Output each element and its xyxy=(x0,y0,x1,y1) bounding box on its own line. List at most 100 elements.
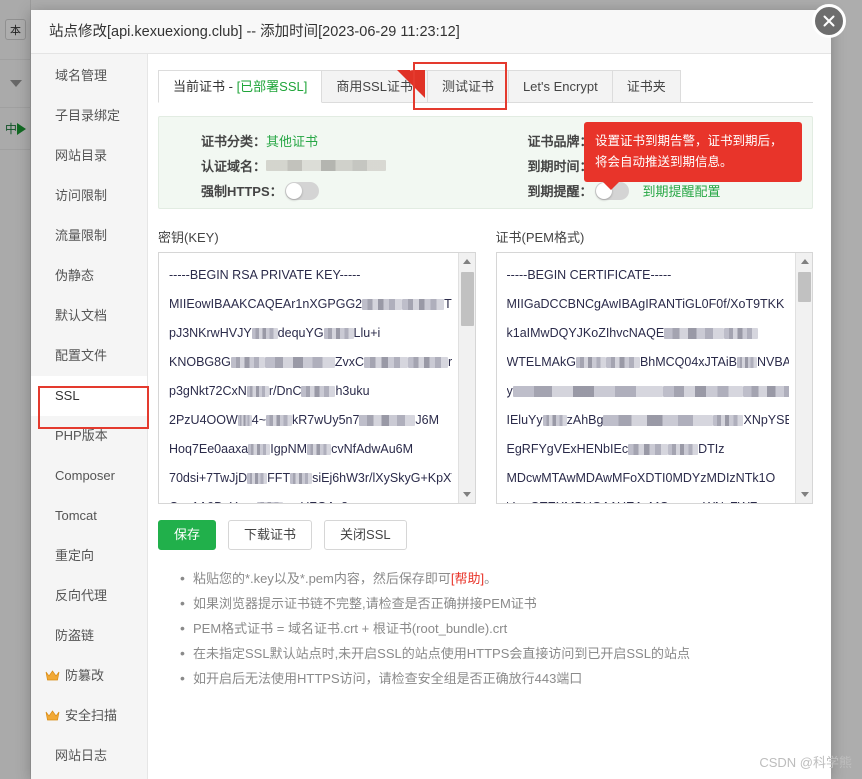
help-note-item: 在未指定SSL默认站点时,未开启SSL的站点使用HTTPS会直接访问到已开启SS… xyxy=(180,641,813,666)
key-scrollbar[interactable] xyxy=(457,253,475,503)
redaction-block xyxy=(668,444,699,456)
save-button[interactable]: 保存 xyxy=(158,520,217,550)
sidebar: 域名管理 子目录绑定 网站目录 访问限制 流量限制 伪静态 默认文档 配置文件 … xyxy=(31,54,148,779)
close-modal-button[interactable] xyxy=(812,4,846,38)
sidebar-item-redirect[interactable]: 重定向 xyxy=(31,536,147,576)
sidebar-item-anti-tamper[interactable]: 防篡改 xyxy=(31,656,147,696)
tab-label-suffix: [已部署SSL] xyxy=(236,79,308,94)
cert-brand-label: 证书品牌： xyxy=(527,134,593,149)
sidebar-item-subdir[interactable]: 子目录绑定 xyxy=(31,96,147,136)
cert-domain-row: 认证域名： xyxy=(201,153,486,178)
help-notes-list: 粘贴您的*.key以及*.pem内容，然后保存即可[帮助]。如果浏览器提示证书链… xyxy=(158,566,813,691)
sidebar-item-anti-leech[interactable]: 防盗链 xyxy=(31,616,147,656)
code-line: 2PzU4OOW 4~ kR7wUy5n7 J6M xyxy=(169,413,440,427)
sidebar-item-rewrite[interactable]: 伪静态 xyxy=(31,256,147,296)
sidebar-item-site-log[interactable]: 网站日志 xyxy=(31,736,147,776)
code-line: WTELMAkGBhMCQ04xJTAiBNVBAoTHFR xyxy=(506,355,790,369)
code-line: IEluYyzAhBgXNpYSBSU0 xyxy=(506,413,790,427)
redaction-block xyxy=(247,473,268,485)
code-line: EgRFYgVExHENbIEc DTIz xyxy=(506,442,725,456)
redaction-block xyxy=(362,299,403,311)
tab-current-cert[interactable]: 当前证书 - [已部署SSL] xyxy=(158,70,323,103)
redaction-block xyxy=(736,357,757,369)
sidebar-item-security-scan[interactable]: 安全扫描 xyxy=(31,696,147,736)
tab-lets-encrypt[interactable]: Let's Encrypt xyxy=(508,70,613,103)
sidebar-item-label: 默认文档 xyxy=(55,308,108,323)
sidebar-item-php-version[interactable]: PHP版本 xyxy=(31,416,147,456)
scroll-up-arrow-icon[interactable] xyxy=(796,253,812,270)
sidebar-item-webdir[interactable]: 网站目录 xyxy=(31,136,147,176)
redaction-block xyxy=(364,357,408,369)
help-link[interactable]: [帮助] xyxy=(451,571,484,586)
pem-textarea-content[interactable]: -----BEGIN CERTIFICATE----- MIIGaDCCBNCgA… xyxy=(497,253,796,503)
sidebar-item-composer[interactable]: Composer xyxy=(31,456,147,496)
key-scrollbar-thumb[interactable] xyxy=(460,272,474,326)
crown-icon xyxy=(45,669,60,680)
redaction-block xyxy=(628,444,669,456)
scroll-up-arrow-icon[interactable] xyxy=(459,253,475,270)
force-https-label: 强制HTTPS： xyxy=(201,184,283,199)
content-panel: 当前证书 - [已部署SSL] 商用SSL证书 测试证书 Let's Encry… xyxy=(148,54,831,779)
tab-bar: 当前证书 - [已部署SSL] 商用SSL证书 测试证书 Let's Encry… xyxy=(158,62,813,110)
scroll-down-arrow-icon[interactable] xyxy=(796,486,812,503)
key-textarea[interactable]: -----BEGIN RSA PRIVATE KEY----- MIIEowIBA… xyxy=(158,252,476,504)
sidebar-item-label: 流量限制 xyxy=(55,228,108,243)
redaction-block xyxy=(237,415,252,427)
pem-scrollbar[interactable] xyxy=(795,253,812,503)
redaction-block xyxy=(257,502,284,503)
redaction-block xyxy=(290,473,313,485)
sidebar-item-label: 子目录绑定 xyxy=(55,108,121,123)
cert-domain-label: 认证域名： xyxy=(201,159,267,174)
certificate-textareas: 密钥(KEY) -----BEGIN RSA PRIVATE KEY----- M… xyxy=(158,227,813,504)
tab-commercial-ssl[interactable]: 商用SSL证书 xyxy=(322,70,428,103)
sidebar-item-label: 域名管理 xyxy=(55,68,108,83)
tab-label: 测试证书 xyxy=(441,79,494,94)
sidebar-item-tomcat[interactable]: Tomcat xyxy=(31,496,147,536)
pem-block: 证书(PEM格式) -----BEGIN CERTIFICATE----- MII… xyxy=(495,227,813,504)
expire-remind-config-link[interactable]: 到期提醒配置 xyxy=(643,181,721,200)
sidebar-item-domain[interactable]: 域名管理 xyxy=(31,56,147,96)
redaction-block xyxy=(605,357,640,369)
code-line: k1aIMwDQYJKoZIhvcNAQE xyxy=(507,319,790,348)
sidebar-item-label: 重定向 xyxy=(55,548,95,563)
code-line: -----BEGIN CERTIFICATE----- xyxy=(506,268,672,282)
download-cert-button[interactable]: 下载证书 xyxy=(228,520,313,550)
sidebar-item-traffic-limit[interactable]: 流量限制 xyxy=(31,216,147,256)
code-line: y xyxy=(507,377,789,406)
redaction-block xyxy=(742,386,789,398)
code-line: MDcwMTAwMDAwMFoXDTI0MDYzMDIzNTk1O xyxy=(506,471,776,485)
tab-test-cert[interactable]: 测试证书 xyxy=(427,70,509,103)
force-https-row: 强制HTTPS： xyxy=(201,178,486,203)
sidebar-item-ssl[interactable]: SSL xyxy=(31,376,147,416)
code-line: p3gNkt72CxN r/DnC h3uku xyxy=(169,384,370,398)
pem-scrollbar-thumb[interactable] xyxy=(798,272,811,302)
close-icon xyxy=(823,15,835,27)
sidebar-item-access-limit[interactable]: 访问限制 xyxy=(31,176,147,216)
tab-label: Let's Encrypt xyxy=(522,79,598,94)
tab-cert-folder[interactable]: 证书夹 xyxy=(612,70,681,103)
code-line: VowGTEXMBUGA1UEAxMOengucWNsZWFu xyxy=(507,493,790,503)
redaction-block xyxy=(251,328,278,340)
sidebar-item-label: 防盗链 xyxy=(55,628,95,643)
close-ssl-button[interactable]: 关闭SSL xyxy=(324,520,407,550)
tooltip-line-2: 将会自动推送到期信息。 xyxy=(595,155,733,169)
cert-type-row: 证书分类： 其他证书 xyxy=(201,128,486,153)
sidebar-item-reverse-proxy[interactable]: 反向代理 xyxy=(31,576,147,616)
sidebar-item-default-doc[interactable]: 默认文档 xyxy=(31,296,147,336)
sidebar-item-label: SSL xyxy=(55,388,80,403)
code-line: MIIEowIBAAKCAQEAr1nXGPGG2TRmU xyxy=(169,297,452,311)
cert-type-label: 证书分类： xyxy=(201,134,267,149)
sidebar-item-label: PHP版本 xyxy=(55,428,108,443)
sidebar-item-config-file[interactable]: 配置文件 xyxy=(31,336,147,376)
redaction-block xyxy=(512,386,663,398)
action-button-row: 保存 下载证书 关闭SSL xyxy=(158,520,813,550)
expire-remind-label: 到期提醒： xyxy=(527,184,593,199)
redaction-block xyxy=(266,415,293,427)
redaction-block xyxy=(359,415,416,427)
force-https-toggle[interactable] xyxy=(284,181,319,200)
key-textarea-content[interactable]: -----BEGIN RSA PRIVATE KEY----- MIIEowIBA… xyxy=(159,253,458,503)
pem-textarea[interactable]: -----BEGIN CERTIFICATE----- MIIGaDCCBNCgA… xyxy=(495,252,813,504)
redaction-block xyxy=(264,357,335,369)
scroll-down-arrow-icon[interactable] xyxy=(459,486,475,503)
key-block: 密钥(KEY) -----BEGIN RSA PRIVATE KEY----- M… xyxy=(158,227,476,504)
